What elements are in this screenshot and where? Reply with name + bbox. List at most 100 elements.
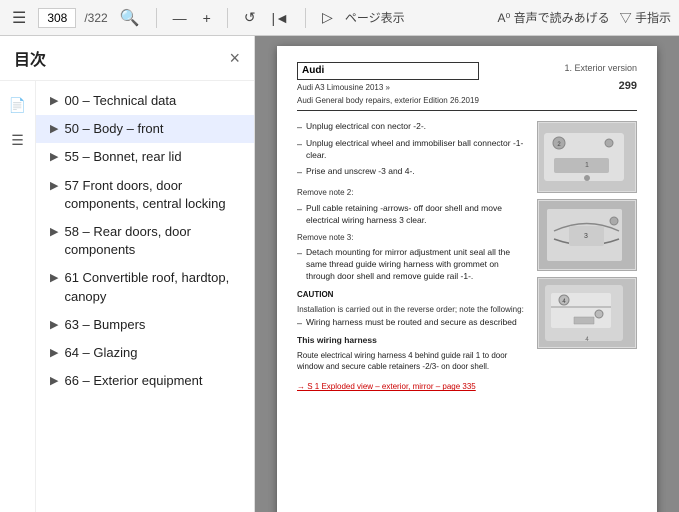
menu-icon[interactable]: ☰ xyxy=(8,6,30,30)
rotate-icon[interactable]: ↺ xyxy=(240,7,260,28)
toc-label-00: 00 – Technical data xyxy=(64,92,176,110)
pdf-page-number: 299 xyxy=(564,79,637,94)
bullet-text-5: Detach mounting for mirror adjustment un… xyxy=(306,247,529,283)
toc-item-64[interactable]: ▶ 64 – Glazing xyxy=(36,339,254,367)
toc-item-50[interactable]: ▶ 50 – Body – front xyxy=(36,115,254,143)
separator-1 xyxy=(156,8,157,28)
pdf-image-2: 3 xyxy=(537,199,637,271)
toc-item-63[interactable]: ▶ 63 – Bumpers xyxy=(36,311,254,339)
pdf-area: Audi Audi A3 Limousine 2013 » Audi Gener… xyxy=(255,36,679,512)
toc-label[interactable]: ▽ 手指示 xyxy=(620,9,671,26)
pdf-header-left: Audi Audi A3 Limousine 2013 » Audi Gener… xyxy=(297,62,479,106)
svg-text:3: 3 xyxy=(584,233,588,240)
sidebar-title: 目次 xyxy=(14,46,46,70)
note-2: Remove note 3: xyxy=(297,231,529,244)
toc-list-icon[interactable]: ☰ xyxy=(7,128,28,153)
toc-page-icon[interactable]: 📄 xyxy=(5,93,30,118)
pdf-model: Audi A3 Limousine 2013 » xyxy=(297,82,479,93)
bullet-5: – Detach mounting for mirror adjustment … xyxy=(297,247,529,283)
toolbar: ☰ /322 🔍 — + ↺ |◄ ▷ ページ表示 A⁰ 音声で読みあげる ▽ … xyxy=(0,0,679,36)
toc-item-61[interactable]: ▶ 61 Convertible roof, hardtop, canopy xyxy=(36,264,254,310)
toc-label-61: 61 Convertible roof, hardtop, canopy xyxy=(64,269,244,305)
diagram-svg-2: 3 xyxy=(539,201,635,269)
toc-item-66[interactable]: ▶ 66 – Exterior equipment xyxy=(36,367,254,395)
route-title: This wiring harness xyxy=(297,335,529,347)
sidebar-body: 📄 ☰ ▶ 00 – Technical data ▶ 50 – Body – … xyxy=(0,81,254,512)
toolbar-right: A⁰ 音声で読みあげる ▽ 手指示 xyxy=(498,9,672,26)
diagram-svg-3: 4 4 xyxy=(539,279,635,347)
note-2-text: Remove note 3: xyxy=(297,233,353,242)
bullet-text-4: Pull cable retaining -arrows- off door s… xyxy=(306,203,529,227)
minus-button[interactable]: — xyxy=(169,8,191,28)
sidebar-close-button[interactable]: × xyxy=(229,49,240,67)
diagram-svg-1: 1 2 xyxy=(539,123,635,191)
pdf-page-info: 1. Exterior version 299 xyxy=(564,62,637,94)
toc-label-64: 64 – Glazing xyxy=(64,344,137,362)
pdf-section: 1. Exterior version xyxy=(564,62,637,75)
route-section: This wiring harness Route electrical wir… xyxy=(297,335,529,372)
dash-4: – xyxy=(297,203,302,227)
note-1: Remove note 2: xyxy=(297,186,529,199)
dash-install-1: – xyxy=(297,317,302,330)
pdf-images-column: 1 2 3 xyxy=(537,121,637,392)
main-area: 目次 × 📄 ☰ ▶ 00 – Technical data ▶ 50 – Bo… xyxy=(0,36,679,512)
warning-title: CAUTION xyxy=(297,289,529,300)
sidebar-icon-panel: 📄 ☰ xyxy=(0,81,36,512)
bullet-text-1: Unplug electrical con nector -2-. xyxy=(306,121,426,134)
svg-text:1: 1 xyxy=(585,162,589,169)
pdf-logo: Audi xyxy=(297,62,479,80)
toc-arrow-61: ▶ xyxy=(50,271,58,286)
skip-back-icon[interactable]: |◄ xyxy=(268,8,294,28)
toc-label-66: 66 – Exterior equipment xyxy=(64,372,202,390)
dash-3: – xyxy=(297,166,302,179)
toc-arrow-57: ▶ xyxy=(50,179,58,194)
toc-arrow-58: ▶ xyxy=(50,225,58,240)
bullet-2: – Unplug electrical wheel and immobilise… xyxy=(297,138,529,162)
pdf-content-area: – Unplug electrical con nector -2-. – Un… xyxy=(297,121,637,392)
add-button[interactable]: + xyxy=(199,8,215,28)
toc-arrow-63: ▶ xyxy=(50,318,58,333)
toc-label-55: 55 – Bonnet, rear lid xyxy=(64,148,181,166)
toc-item-58[interactable]: ▶ 58 – Rear doors, door components xyxy=(36,218,254,264)
pdf-header-bar: Audi Audi A3 Limousine 2013 » Audi Gener… xyxy=(297,62,637,111)
bullet-text-3: Prise and unscrew -3 and 4-. xyxy=(306,166,415,179)
bullet-text-2: Unplug electrical wheel and immobiliser … xyxy=(306,138,529,162)
note-1-text: Remove note 2: xyxy=(297,188,353,197)
bullet-3: – Prise and unscrew -3 and 4-. xyxy=(297,166,529,179)
pdf-link-exploded[interactable]: → S 1 Exploded view – exterior, mirror –… xyxy=(297,382,476,391)
toc-arrow-64: ▶ xyxy=(50,346,58,361)
toc-item-55[interactable]: ▶ 55 – Bonnet, rear lid xyxy=(36,143,254,171)
pdf-image-3: 4 4 xyxy=(537,277,637,349)
separator-2 xyxy=(227,8,228,28)
toc-list: ▶ 00 – Technical data ▶ 50 – Body – fron… xyxy=(36,81,254,512)
toc-label-57: 57 Front doors, door components, central… xyxy=(64,177,244,213)
page-number-input[interactable] xyxy=(38,8,76,28)
pdf-image-1: 1 2 xyxy=(537,121,637,193)
toc-arrow-50: ▶ xyxy=(50,122,58,137)
pdf-text-content: – Unplug electrical con nector -2-. – Un… xyxy=(297,121,529,392)
bullet-text-install-1: Wiring harness must be routed and secure… xyxy=(306,317,517,330)
toc-label-63: 63 – Bumpers xyxy=(64,316,145,334)
dash-5: – xyxy=(297,247,302,283)
route-text: Route electrical wiring harness 4 behind… xyxy=(297,350,529,372)
pdf-subtitle: Audi General body repairs, exterior Edit… xyxy=(297,95,479,106)
page-view-label[interactable]: ページ表示 xyxy=(345,9,405,26)
page-view-icon[interactable]: ▷ xyxy=(318,7,337,28)
toc-arrow-66: ▶ xyxy=(50,374,58,389)
bullet-install-1: – Wiring harness must be routed and secu… xyxy=(297,317,529,330)
toc-item-57[interactable]: ▶ 57 Front doors, door components, centr… xyxy=(36,172,254,218)
pdf-link-section: → S 1 Exploded view – exterior, mirror –… xyxy=(297,380,529,393)
search-icon[interactable]: 🔍 xyxy=(116,6,144,30)
warning-section: CAUTION Installation is carried out in t… xyxy=(297,289,529,315)
sidebar-header: 目次 × xyxy=(0,36,254,81)
bullet-4: – Pull cable retaining -arrows- off door… xyxy=(297,203,529,227)
voice-label[interactable]: A⁰ 音声で読みあげる xyxy=(498,9,610,26)
toc-arrow-00: ▶ xyxy=(50,94,58,109)
toc-arrow-55: ▶ xyxy=(50,150,58,165)
toc-item-00[interactable]: ▶ 00 – Technical data xyxy=(36,87,254,115)
warning-text: Installation is carried out in the rever… xyxy=(297,304,529,315)
toc-label-50: 50 – Body – front xyxy=(64,120,163,138)
dash-2: – xyxy=(297,138,302,162)
dash-1: – xyxy=(297,121,302,134)
toc-label-58: 58 – Rear doors, door components xyxy=(64,223,244,259)
